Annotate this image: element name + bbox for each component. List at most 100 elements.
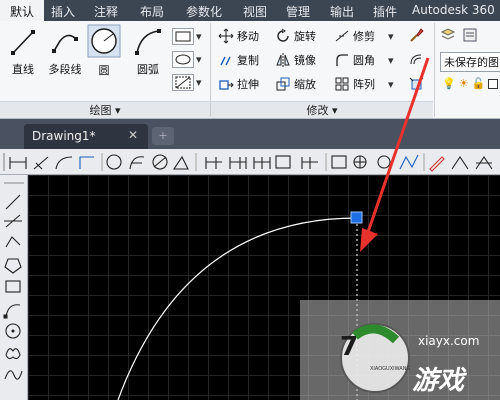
trim-label: 修剪 — [353, 30, 375, 43]
hatch-dropdown[interactable]: ▾ — [196, 76, 202, 89]
copy-button[interactable]: 复制 — [218, 52, 259, 68]
array-dropdown[interactable]: ▾ — [388, 78, 394, 91]
ellipse-icon — [175, 54, 191, 65]
fillet-dropdown[interactable]: ▾ — [388, 54, 394, 67]
scale-button[interactable]: 缩放 — [275, 76, 316, 92]
draw-panel-footer[interactable]: 绘图 ▾ — [0, 101, 210, 118]
explode-icon — [409, 77, 424, 90]
lock-icon[interactable]: 🔓 — [472, 77, 486, 90]
ellipse-dropdown[interactable]: ▾ — [196, 53, 202, 66]
circle-icon — [87, 24, 121, 58]
move-button[interactable]: 移动 — [218, 28, 259, 44]
explode-button[interactable] — [408, 76, 424, 92]
dim-text-edit-icon — [451, 156, 469, 170]
line-icon — [11, 30, 35, 55]
tab-parametric[interactable]: 参数化 — [174, 0, 234, 21]
rotate-button[interactable]: 旋转 — [275, 28, 316, 44]
array-icon — [335, 77, 349, 91]
ribbon-panel: 直线 多段线 圆 圆弧 ▾ ▾ ▾ 绘图 ▾ 移动 旋转 修剪 ▾ 复制 镜像 … — [0, 21, 500, 119]
scale-label: 缩放 — [294, 78, 316, 91]
tab-annotate[interactable]: 注释 — [82, 0, 130, 21]
paintbrush-icon — [410, 28, 424, 42]
rectangle-icon — [175, 31, 191, 42]
tab-default[interactable]: 默认 — [0, 0, 44, 21]
dimension-toolbar — [0, 149, 500, 175]
mirror-label: 镜像 — [294, 54, 316, 67]
dim-edit-icon — [429, 156, 445, 172]
match-properties-button[interactable] — [408, 27, 424, 43]
rotate-label: 旋转 — [294, 30, 316, 43]
linear-dim-icon — [9, 157, 27, 169]
radius-dim-icon — [106, 154, 122, 170]
arc-tool-icon — [5, 304, 21, 318]
jogged-linear-icon — [399, 154, 419, 170]
layer-state-dropdown[interactable]: 未保存的图 — [440, 52, 500, 72]
tab-manage[interactable]: 管理 — [276, 0, 320, 21]
ellipse-tool[interactable] — [172, 51, 194, 68]
trim-button[interactable]: 修剪 ▾ — [334, 28, 394, 44]
scale-icon — [276, 77, 290, 91]
dim-update-icon — [475, 156, 493, 170]
trim-dropdown[interactable]: ▾ — [388, 30, 394, 43]
layers-icon — [440, 28, 456, 40]
watermark-logo — [340, 323, 410, 393]
new-tab-button[interactable]: + — [152, 127, 174, 145]
close-icon[interactable]: ✕ — [128, 128, 138, 142]
tab-output[interactable]: 输出 — [320, 0, 364, 21]
layer-state-button[interactable] — [462, 27, 478, 43]
watermark-slogan: 游戏 — [412, 366, 465, 396]
stretch-label: 拉伸 — [237, 78, 259, 91]
rectangle-tool[interactable] — [172, 28, 194, 45]
mirror-button[interactable]: 镜像 — [275, 52, 316, 68]
array-label: 阵列 — [353, 78, 375, 91]
arc-button[interactable]: 圆弧 — [128, 27, 168, 77]
watermark-domain: xiayx.com — [418, 334, 480, 348]
array-button[interactable]: 阵列 ▾ — [334, 76, 394, 92]
line-button[interactable]: 直线 — [6, 27, 40, 77]
circle-button[interactable]: 圆 — [86, 24, 122, 78]
sun-icon[interactable]: ☀ — [459, 77, 469, 90]
tab-view[interactable]: 视图 — [234, 0, 276, 21]
rectangle-tool-icon — [5, 280, 21, 293]
continue-dim-icon — [253, 157, 271, 169]
tab-plugins[interactable]: 插件 — [364, 0, 406, 21]
rectangle-dropdown[interactable]: ▾ — [196, 30, 202, 43]
layer-properties-button[interactable] — [440, 27, 456, 43]
inspect-icon — [377, 155, 391, 169]
hatch-tool[interactable] — [172, 74, 194, 91]
quick-dim-icon — [205, 157, 222, 169]
document-tab[interactable]: Drawing1* ✕ — [24, 124, 148, 149]
tab-insert[interactable]: 插入 — [44, 0, 82, 21]
plus-icon: + — [158, 129, 168, 142]
copy-label: 复制 — [237, 54, 259, 67]
fillet-label: 圆角 — [353, 54, 375, 67]
modify-panel-footer[interactable]: 修改 ▾ — [211, 101, 433, 118]
draw-toolbar — [0, 175, 28, 400]
offset-button[interactable] — [408, 51, 424, 67]
dim-break-icon — [301, 157, 318, 169]
stretch-icon — [219, 80, 234, 90]
circle-label: 圆 — [98, 64, 110, 77]
fillet-button[interactable]: 圆角 ▾ — [334, 52, 394, 68]
tab-layout[interactable]: 布局 — [130, 0, 174, 21]
layer-color-swatch[interactable] — [488, 78, 499, 89]
layer-controls-row: 💡 ☀ 🔓 — [442, 77, 499, 90]
layer-state-value: 未保存的图 — [444, 56, 499, 69]
polyline-tool-icon — [5, 236, 21, 248]
arc-length-icon — [55, 156, 73, 170]
aligned-dim-icon — [33, 156, 49, 170]
lightbulb-icon[interactable]: 💡 — [442, 77, 456, 90]
jogged-dim-icon — [129, 156, 145, 170]
polygon-tool-icon — [4, 258, 22, 274]
tab-autodesk-360[interactable]: Autodesk 360 — [406, 0, 500, 21]
mirror-icon — [276, 53, 290, 67]
line-label: 直线 — [12, 63, 34, 76]
stretch-button[interactable]: 拉伸 — [218, 76, 259, 92]
arc-icon — [135, 29, 161, 55]
polyline-button[interactable]: 多段线 — [42, 27, 88, 77]
baseline-dim-icon — [229, 157, 247, 169]
watermark-small-text: XIAOGUXIWANG — [370, 366, 411, 372]
rotate-icon — [277, 28, 289, 42]
spline-tool-icon — [4, 370, 23, 380]
line-tool-icon — [5, 194, 21, 210]
